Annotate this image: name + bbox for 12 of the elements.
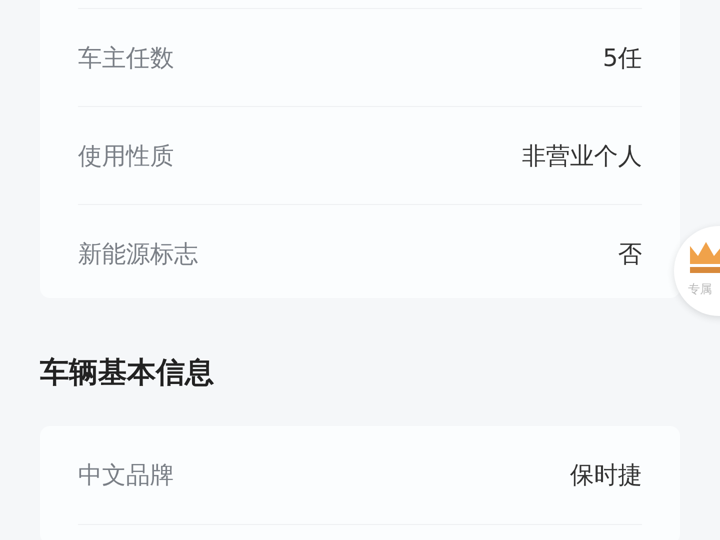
row-value: 非营业个人 <box>522 140 642 172</box>
floating-badge[interactable]: 专属 <box>674 226 720 316</box>
crown-icon <box>688 240 720 274</box>
row-value: 否 <box>618 238 642 270</box>
row-label: 新能源标志 <box>78 238 198 270</box>
row-label: 中文品牌 <box>78 460 174 491</box>
badge-label: 专属 <box>688 281 712 298</box>
row-value: 5任 <box>602 42 642 74</box>
row-value: 保时捷 <box>570 460 642 491</box>
row-label: 使用性质 <box>78 140 174 172</box>
section-title: 车辆基本信息 <box>39 354 215 391</box>
row-label: 车主任数 <box>78 42 174 74</box>
